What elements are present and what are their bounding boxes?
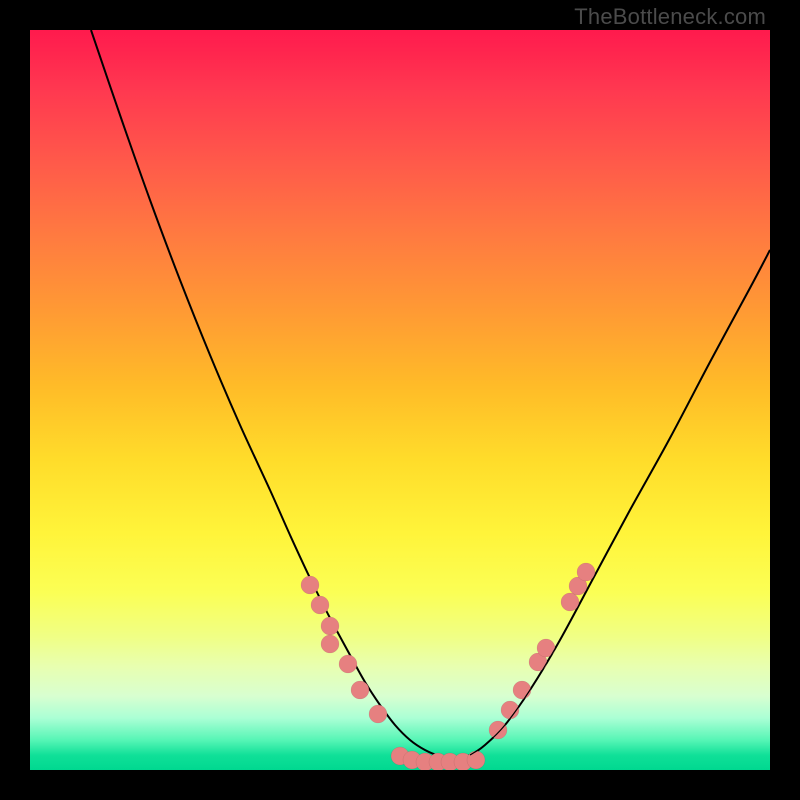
bottleneck-curve bbox=[91, 30, 770, 758]
marker-dot bbox=[311, 596, 329, 614]
curve-layer bbox=[30, 30, 770, 770]
marker-dot bbox=[339, 655, 357, 673]
marker-dot bbox=[321, 617, 339, 635]
marker-dot bbox=[321, 635, 339, 653]
marker-dot bbox=[351, 681, 369, 699]
chart-frame bbox=[30, 30, 770, 770]
marker-dot bbox=[561, 593, 579, 611]
marker-dots-group bbox=[301, 563, 595, 770]
marker-dot bbox=[489, 721, 507, 739]
marker-dot bbox=[467, 751, 485, 769]
bottleneck-curve-right bbox=[470, 250, 770, 755]
watermark-text: TheBottleneck.com bbox=[574, 4, 766, 30]
marker-dot bbox=[577, 563, 595, 581]
marker-dot bbox=[369, 705, 387, 723]
marker-dot bbox=[513, 681, 531, 699]
plot-area bbox=[30, 30, 770, 770]
marker-dot bbox=[301, 576, 319, 594]
